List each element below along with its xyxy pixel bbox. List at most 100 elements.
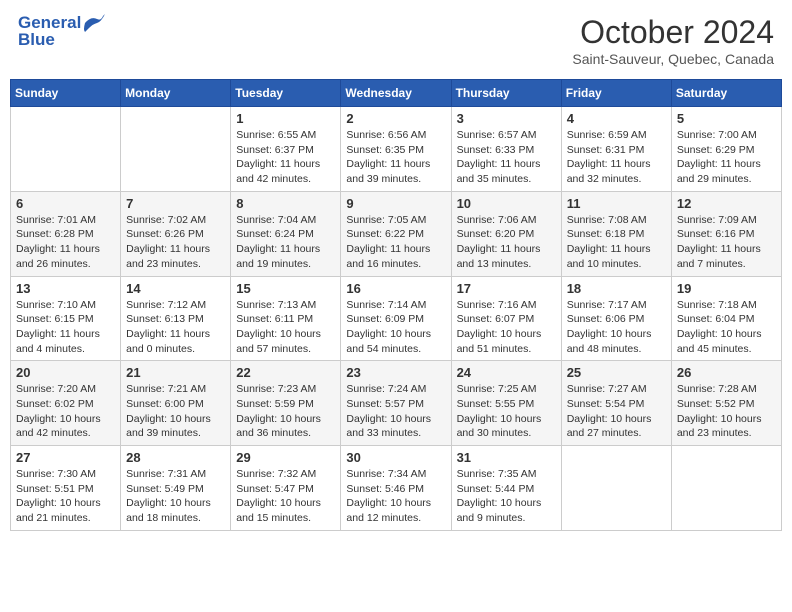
sunset-text: Sunset: 5:52 PM (677, 397, 776, 412)
day-number: 4 (567, 111, 666, 126)
day-info: Sunrise: 7:17 AMSunset: 6:06 PMDaylight:… (567, 298, 666, 357)
daylight-text: Daylight: 11 hours and 35 minutes. (457, 157, 556, 186)
day-number: 15 (236, 281, 335, 296)
sunrise-text: Sunrise: 7:27 AM (567, 382, 666, 397)
day-number: 16 (346, 281, 445, 296)
sunset-text: Sunset: 6:02 PM (16, 397, 115, 412)
day-info: Sunrise: 7:24 AMSunset: 5:57 PMDaylight:… (346, 382, 445, 441)
calendar-cell: 16Sunrise: 7:14 AMSunset: 6:09 PMDayligh… (341, 276, 451, 361)
sunrise-text: Sunrise: 7:34 AM (346, 467, 445, 482)
day-info: Sunrise: 7:08 AMSunset: 6:18 PMDaylight:… (567, 213, 666, 272)
day-number: 28 (126, 450, 225, 465)
calendar-cell: 29 Sunrise: 7:32 AMSunset: 5:47 PMDayligh… (231, 446, 341, 531)
day-info: Sunrise: 7:00 AMSunset: 6:29 PMDaylight:… (677, 128, 776, 187)
calendar-cell: 2 Sunrise: 6:56 AMSunset: 6:35 PMDaylight… (341, 107, 451, 192)
day-number: 27 (16, 450, 115, 465)
day-number: 21 (126, 365, 225, 380)
calendar-cell: 26Sunrise: 7:28 AMSunset: 5:52 PMDayligh… (671, 361, 781, 446)
calendar-cell (671, 446, 781, 531)
sunrise-text: Sunrise: 7:06 AM (457, 213, 556, 228)
sunset-text: Sunset: 6:37 PM (236, 143, 335, 158)
day-number: 29 (236, 450, 335, 465)
day-number: 2 (346, 111, 445, 126)
column-header-monday: Monday (121, 80, 231, 107)
calendar-cell: 17Sunrise: 7:16 AMSunset: 6:07 PMDayligh… (451, 276, 561, 361)
day-number: 10 (457, 196, 556, 211)
calendar-table: SundayMondayTuesdayWednesdayThursdayFrid… (10, 79, 782, 531)
daylight-text: Daylight: 11 hours and 4 minutes. (16, 327, 115, 356)
calendar-cell: 5 Sunrise: 7:00 AMSunset: 6:29 PMDaylight… (671, 107, 781, 192)
day-info: Sunrise: 7:06 AMSunset: 6:20 PMDaylight:… (457, 213, 556, 272)
calendar-cell: 4 Sunrise: 6:59 AMSunset: 6:31 PMDaylight… (561, 107, 671, 192)
sunset-text: Sunset: 6:09 PM (346, 312, 445, 327)
day-info: Sunrise: 7:16 AMSunset: 6:07 PMDaylight:… (457, 298, 556, 357)
daylight-text: Daylight: 11 hours and 13 minutes. (457, 242, 556, 271)
daylight-text: Daylight: 11 hours and 39 minutes. (346, 157, 445, 186)
calendar-cell: 23 Sunrise: 7:24 AMSunset: 5:57 PMDayligh… (341, 361, 451, 446)
day-number: 31 (457, 450, 556, 465)
day-number: 23 (346, 365, 445, 380)
sunset-text: Sunset: 6:18 PM (567, 227, 666, 242)
day-info: Sunrise: 7:34 AMSunset: 5:46 PMDaylight:… (346, 467, 445, 526)
sunrise-text: Sunrise: 7:01 AM (16, 213, 115, 228)
day-number: 14 (126, 281, 225, 296)
day-number: 3 (457, 111, 556, 126)
sunrise-text: Sunrise: 7:35 AM (457, 467, 556, 482)
calendar-cell: 7Sunrise: 7:02 AMSunset: 6:26 PMDaylight… (121, 191, 231, 276)
column-header-sunday: Sunday (11, 80, 121, 107)
daylight-text: Daylight: 10 hours and 30 minutes. (457, 412, 556, 441)
daylight-text: Daylight: 11 hours and 19 minutes. (236, 242, 335, 271)
week-row-2: 6Sunrise: 7:01 AMSunset: 6:28 PMDaylight… (11, 191, 782, 276)
day-number: 5 (677, 111, 776, 126)
sunrise-text: Sunrise: 7:04 AM (236, 213, 335, 228)
day-info: Sunrise: 7:32 AMSunset: 5:47 PMDaylight:… (236, 467, 335, 526)
sunset-text: Sunset: 6:35 PM (346, 143, 445, 158)
calendar-cell: 15Sunrise: 7:13 AMSunset: 6:11 PMDayligh… (231, 276, 341, 361)
day-number: 20 (16, 365, 115, 380)
daylight-text: Daylight: 10 hours and 51 minutes. (457, 327, 556, 356)
daylight-text: Daylight: 11 hours and 23 minutes. (126, 242, 225, 271)
daylight-text: Daylight: 10 hours and 33 minutes. (346, 412, 445, 441)
day-number: 19 (677, 281, 776, 296)
day-info: Sunrise: 7:28 AMSunset: 5:52 PMDaylight:… (677, 382, 776, 441)
day-info: Sunrise: 7:04 AMSunset: 6:24 PMDaylight:… (236, 213, 335, 272)
sunrise-text: Sunrise: 6:56 AM (346, 128, 445, 143)
column-header-friday: Friday (561, 80, 671, 107)
sunrise-text: Sunrise: 7:25 AM (457, 382, 556, 397)
sunrise-text: Sunrise: 7:30 AM (16, 467, 115, 482)
calendar-cell: 10 Sunrise: 7:06 AMSunset: 6:20 PMDayligh… (451, 191, 561, 276)
day-number: 8 (236, 196, 335, 211)
daylight-text: Daylight: 11 hours and 42 minutes. (236, 157, 335, 186)
sunrise-text: Sunrise: 7:14 AM (346, 298, 445, 313)
sunset-text: Sunset: 6:16 PM (677, 227, 776, 242)
calendar-cell: 19Sunrise: 7:18 AMSunset: 6:04 PMDayligh… (671, 276, 781, 361)
sunset-text: Sunset: 6:11 PM (236, 312, 335, 327)
day-info: Sunrise: 7:35 AMSunset: 5:44 PMDaylight:… (457, 467, 556, 526)
daylight-text: Daylight: 10 hours and 48 minutes. (567, 327, 666, 356)
calendar-cell: 13Sunrise: 7:10 AMSunset: 6:15 PMDayligh… (11, 276, 121, 361)
calendar-cell: 1Sunrise: 6:55 AMSunset: 6:37 PMDaylight… (231, 107, 341, 192)
day-number: 22 (236, 365, 335, 380)
calendar-cell: 24Sunrise: 7:25 AMSunset: 5:55 PMDayligh… (451, 361, 561, 446)
sunrise-text: Sunrise: 7:17 AM (567, 298, 666, 313)
calendar-header-row: SundayMondayTuesdayWednesdayThursdayFrid… (11, 80, 782, 107)
daylight-text: Daylight: 10 hours and 36 minutes. (236, 412, 335, 441)
daylight-text: Daylight: 11 hours and 29 minutes. (677, 157, 776, 186)
calendar-cell: 8 Sunrise: 7:04 AMSunset: 6:24 PMDaylight… (231, 191, 341, 276)
sunset-text: Sunset: 5:59 PM (236, 397, 335, 412)
sunrise-text: Sunrise: 6:59 AM (567, 128, 666, 143)
sunrise-text: Sunrise: 7:31 AM (126, 467, 225, 482)
sunrise-text: Sunrise: 7:05 AM (346, 213, 445, 228)
daylight-text: Daylight: 10 hours and 9 minutes. (457, 496, 556, 525)
calendar-cell: 31 Sunrise: 7:35 AMSunset: 5:44 PMDayligh… (451, 446, 561, 531)
day-info: Sunrise: 6:59 AMSunset: 6:31 PMDaylight:… (567, 128, 666, 187)
day-number: 1 (236, 111, 335, 126)
daylight-text: Daylight: 11 hours and 26 minutes. (16, 242, 115, 271)
calendar-cell (121, 107, 231, 192)
day-number: 12 (677, 196, 776, 211)
sunrise-text: Sunrise: 7:13 AM (236, 298, 335, 313)
daylight-text: Daylight: 10 hours and 39 minutes. (126, 412, 225, 441)
sunset-text: Sunset: 5:46 PM (346, 482, 445, 497)
calendar-cell: 25Sunrise: 7:27 AMSunset: 5:54 PMDayligh… (561, 361, 671, 446)
sunrise-text: Sunrise: 7:08 AM (567, 213, 666, 228)
